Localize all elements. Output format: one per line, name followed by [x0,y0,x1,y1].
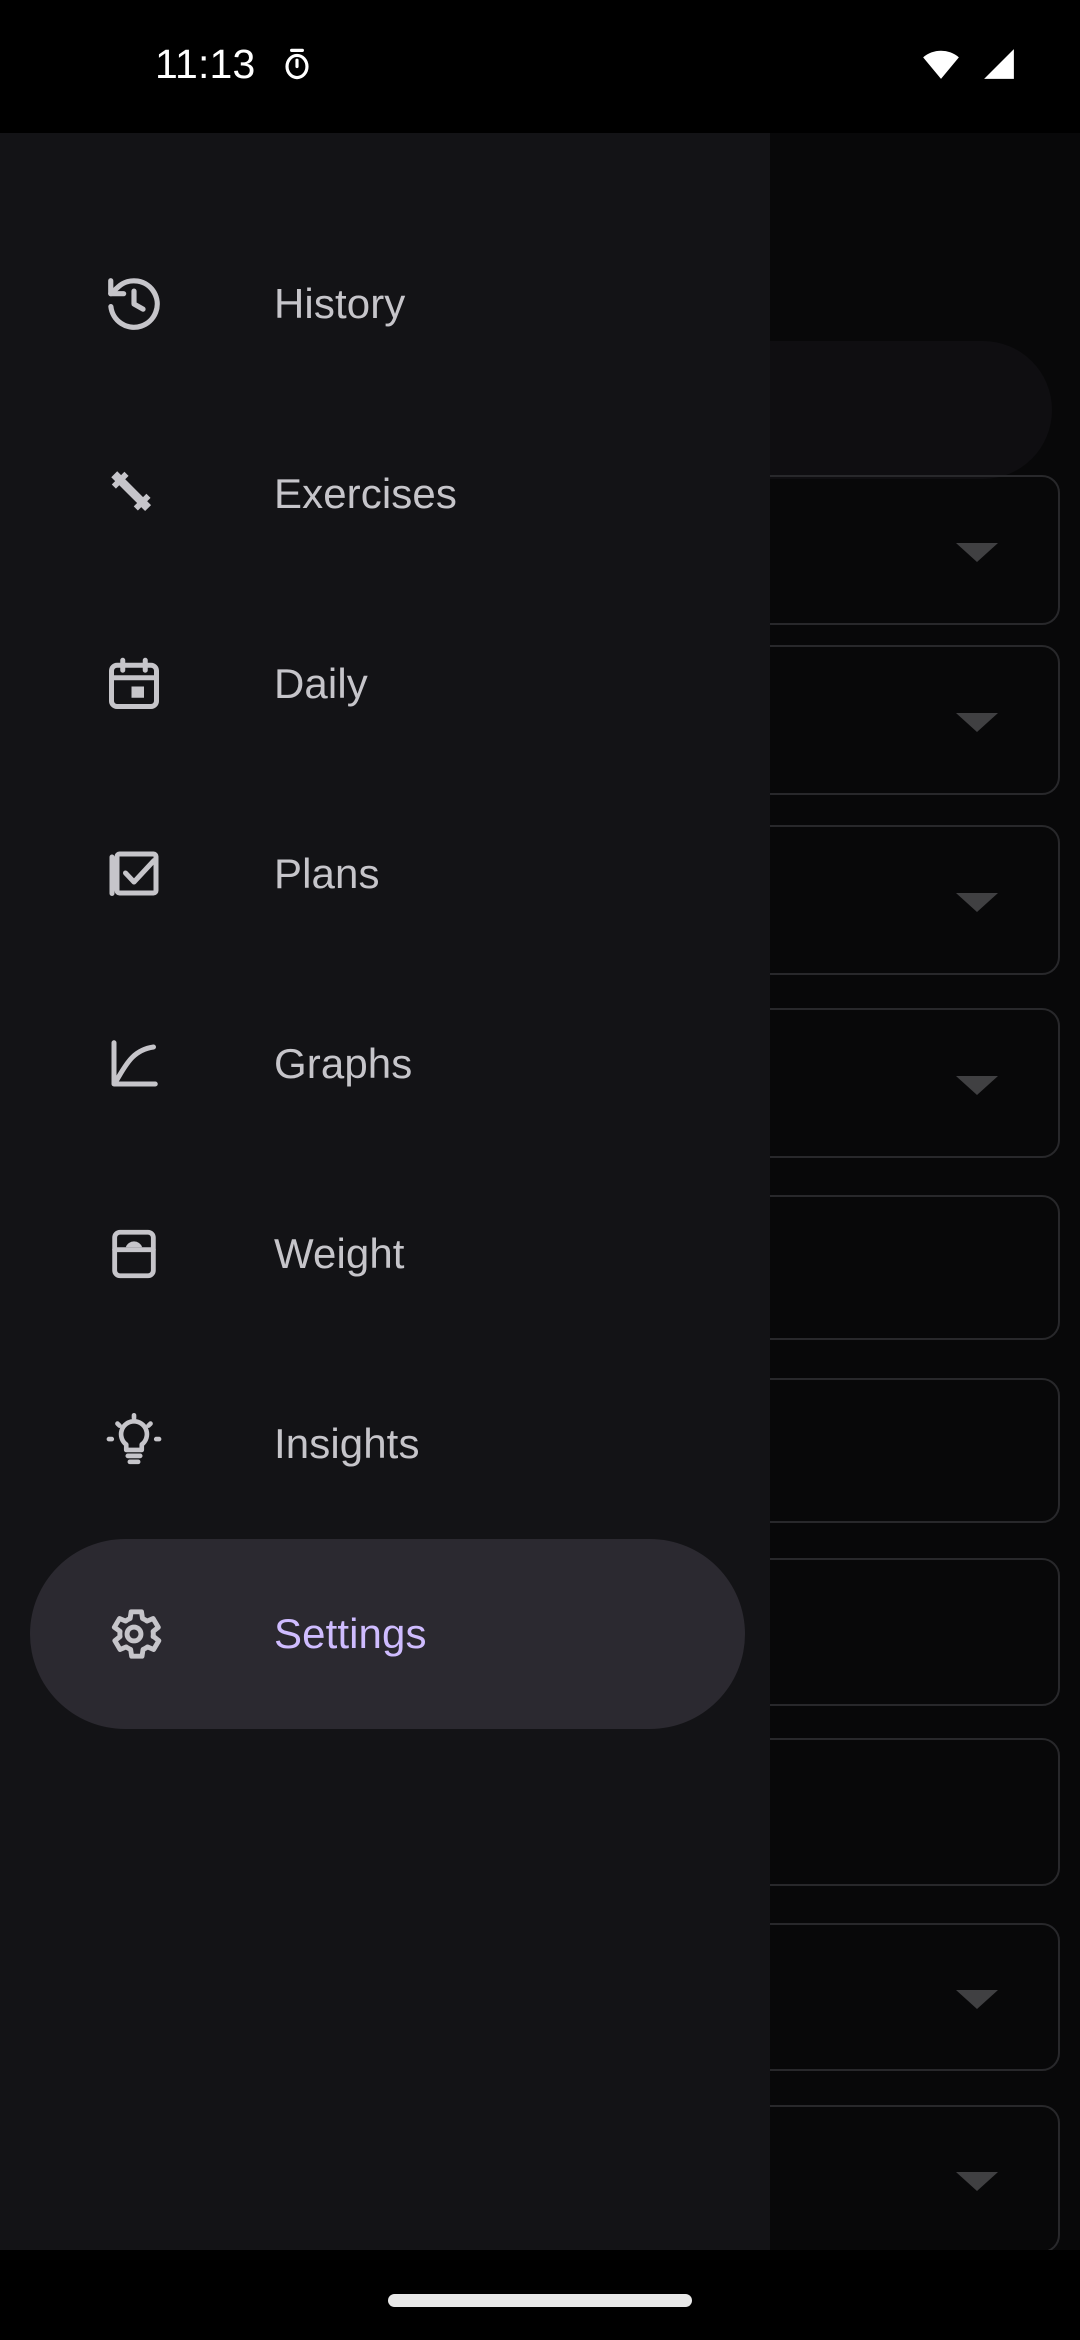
scale-icon [102,1222,166,1286]
drawer-item-settings[interactable]: Settings [30,1539,745,1729]
cellular-signal-icon [978,43,1020,90]
drawer-item-plans[interactable]: Plans [30,779,745,969]
drawer-item-label: Graphs [274,1040,413,1087]
dumbbell-icon [102,462,166,526]
system-navigation-bar [0,2250,1080,2340]
drawer-item-label: Daily [274,660,368,707]
history-icon [102,272,166,336]
drawer-item-label: History [274,280,406,327]
drawer-item-label: Insights [274,1420,420,1467]
status-bar: 11:13 [0,0,1080,133]
gesture-home-pill[interactable] [388,2294,692,2307]
drawer-item-daily[interactable]: Daily [30,589,745,779]
drawer-item-label: Weight [274,1230,405,1277]
calendar-icon [102,652,166,716]
drawer-item-history[interactable]: History [30,209,745,399]
navigation-drawer: History Exercises Daily Plans Graphs Wei… [0,133,770,2323]
drawer-item-graphs[interactable]: Graphs [30,969,745,1159]
drawer-item-exercises[interactable]: Exercises [30,399,745,589]
lightbulb-icon [102,1412,166,1476]
status-bar-left: 11:13 [0,41,316,88]
drawer-item-label: Settings [274,1610,427,1657]
status-clock: 11:13 [155,41,256,87]
wifi-icon [920,43,962,90]
drawer-item-label: Exercises [274,470,457,517]
phone-screen: History Exercises Daily Plans Graphs Wei… [0,0,1080,2340]
status-bar-right [920,43,1026,90]
drawer-item-label: Plans [274,850,380,897]
checklist-icon [102,842,166,906]
gear-icon [102,1602,166,1666]
line-chart-icon [102,1032,166,1096]
alarm-icon [278,45,316,88]
drawer-item-insights[interactable]: Insights [30,1349,745,1539]
drawer-item-weight[interactable]: Weight [30,1159,745,1349]
